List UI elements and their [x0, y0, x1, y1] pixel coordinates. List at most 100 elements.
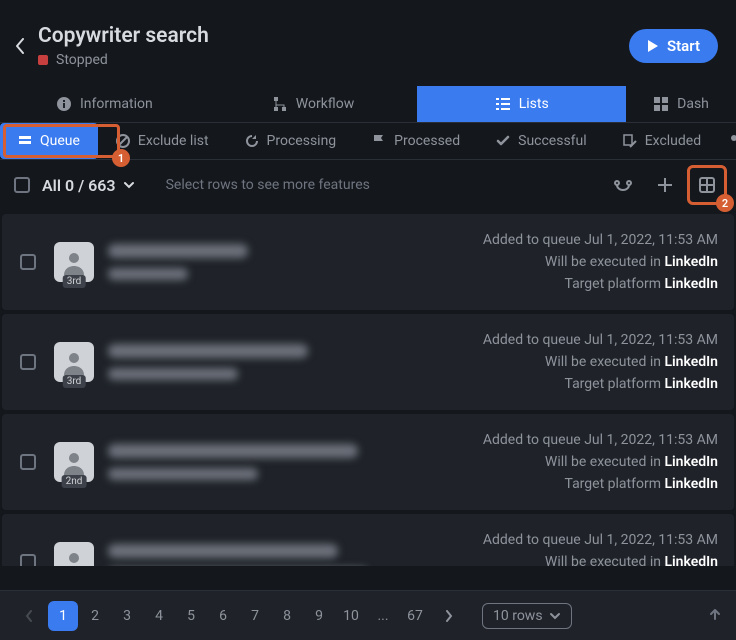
block-icon [116, 134, 130, 148]
status-text: Stopped [56, 52, 108, 68]
page-number-button[interactable]: 2 [80, 601, 110, 631]
list-sub-tabs: Queue Exclude list Processing Processed … [0, 123, 736, 160]
chevron-down-icon [122, 178, 136, 192]
page-number-button[interactable]: 4 [144, 601, 174, 631]
queue-icon [18, 134, 32, 148]
connection-degree: 3rd [63, 375, 86, 388]
row-checkbox[interactable] [20, 454, 36, 470]
status-row: Stopped [38, 52, 629, 68]
page-number-button[interactable]: 7 [240, 601, 270, 631]
list-item[interactable]: 2nd Added to queue Jul 1, 2022, 11:53 AMW… [2, 414, 734, 510]
selection-toolbar: All 0 / 663 Select rows to see more feat… [0, 160, 736, 210]
sub-tab-label: Processed [394, 133, 460, 149]
list-item[interactable]: 3rd Added to queue Jul 1, 2022, 11:53 AMW… [2, 514, 734, 566]
tab-information[interactable]: Information [0, 86, 209, 122]
page-number-button[interactable]: 67 [400, 601, 430, 631]
select-all-checkbox[interactable] [14, 177, 30, 193]
flag-icon [372, 134, 386, 148]
people-icon [729, 133, 736, 149]
row-checkbox-wrap [2, 314, 54, 410]
columns-button[interactable]: 2 [692, 170, 722, 200]
chevron-down-icon [549, 610, 561, 622]
start-button-label: Start [667, 37, 700, 55]
sub-tab-label: Successful [518, 133, 587, 149]
toolbar-hint: Select rows to see more features [166, 177, 370, 193]
sub-tab-excluded[interactable]: Excluded [605, 123, 719, 159]
dashboard-icon [653, 96, 669, 112]
row-checkbox-wrap [2, 214, 54, 310]
person-icon [61, 349, 87, 375]
page-prev-button[interactable] [14, 601, 44, 631]
person-icon [61, 449, 87, 475]
sub-tab-label: Queue [40, 133, 80, 149]
connection-degree: 3rd [63, 275, 86, 288]
scroll-top-button[interactable] [708, 607, 722, 625]
play-icon [647, 39, 659, 53]
profile-redacted [100, 414, 370, 510]
face-view-button[interactable] [608, 170, 638, 200]
page-header: Copywriter search Stopped Start [0, 0, 736, 86]
avatar[interactable]: 3rd [54, 542, 94, 566]
avatar[interactable]: 3rd [54, 242, 94, 282]
target-platform: Target platform LinkedIn [564, 376, 718, 392]
row-meta: Added to queue Jul 1, 2022, 11:53 AMWill… [370, 514, 734, 566]
sub-tab-queue[interactable]: Queue [0, 123, 98, 159]
add-button[interactable] [650, 170, 680, 200]
selection-dropdown[interactable]: All 0 / 663 [42, 176, 136, 195]
row-checkbox[interactable] [20, 254, 36, 270]
workflow-icon [272, 96, 288, 112]
tab-lists[interactable]: Lists [417, 86, 626, 122]
page-next-button[interactable] [434, 601, 464, 631]
row-meta: Added to queue Jul 1, 2022, 11:53 AMWill… [370, 314, 734, 410]
tab-workflow[interactable]: Workflow [209, 86, 418, 122]
row-checkbox[interactable] [20, 354, 36, 370]
added-timestamp: Added to queue Jul 1, 2022, 11:53 AM [483, 532, 718, 548]
avatar-wrap: 3rd [54, 514, 100, 566]
avatar[interactable]: 2nd [54, 442, 94, 482]
page-number-button[interactable]: 5 [176, 601, 206, 631]
plus-icon [656, 176, 674, 194]
profile-redacted [100, 314, 370, 410]
back-button[interactable] [8, 34, 32, 58]
profile-redacted [100, 214, 370, 310]
page-number-button[interactable]: 3 [112, 601, 142, 631]
row-meta: Added to queue Jul 1, 2022, 11:53 AMWill… [370, 414, 734, 510]
sub-tab-more[interactable] [719, 123, 736, 159]
avatar-wrap: 2nd [54, 414, 100, 510]
check-icon [496, 134, 510, 148]
list-item[interactable]: 3rd Added to queue Jul 1, 2022, 11:53 AMW… [2, 314, 734, 410]
page-number-button[interactable]: 8 [272, 601, 302, 631]
callout-badge-2: 2 [716, 194, 734, 212]
callout-badge-1: 1 [112, 149, 130, 167]
page-number-button[interactable]: 6 [208, 601, 238, 631]
avatar[interactable]: 3rd [54, 342, 94, 382]
page-number-button: ... [368, 601, 398, 631]
sub-tab-successful[interactable]: Successful [478, 123, 605, 159]
page-number-button[interactable]: 1 [48, 601, 78, 631]
avatar-wrap: 3rd [54, 314, 100, 410]
row-checkbox-wrap [2, 514, 54, 566]
queue-rows: 3rdAdded to queue Jul 1, 2022, 11:53 AMW… [0, 210, 736, 566]
title-block: Copywriter search Stopped [38, 24, 629, 68]
sub-tab-processed[interactable]: Processed [354, 123, 478, 159]
row-checkbox[interactable] [20, 554, 36, 566]
tab-label: Information [80, 96, 153, 112]
exec-platform: Will be executed in LinkedIn [545, 454, 718, 470]
start-button[interactable]: Start [629, 29, 718, 63]
row-checkbox-wrap [2, 414, 54, 510]
sub-tab-processing[interactable]: Processing [227, 123, 355, 159]
rows-per-page-label: 10 rows [493, 608, 543, 624]
excluded-icon [623, 134, 637, 148]
exec-platform: Will be executed in LinkedIn [545, 254, 718, 270]
list-item[interactable]: 3rdAdded to queue Jul 1, 2022, 11:53 AMW… [2, 214, 734, 310]
page-number-button[interactable]: 9 [304, 601, 334, 631]
sub-tab-label: Processing [267, 133, 337, 149]
refresh-icon [245, 134, 259, 148]
sub-tab-label: Excluded [645, 133, 701, 149]
sub-tab-label: Exclude list [138, 133, 209, 149]
page-number-button[interactable]: 10 [336, 601, 366, 631]
profile-redacted [100, 514, 370, 566]
rows-per-page-select[interactable]: 10 rows [482, 603, 572, 629]
tab-dashboard[interactable]: Dash [626, 86, 736, 122]
person-icon [61, 549, 87, 566]
